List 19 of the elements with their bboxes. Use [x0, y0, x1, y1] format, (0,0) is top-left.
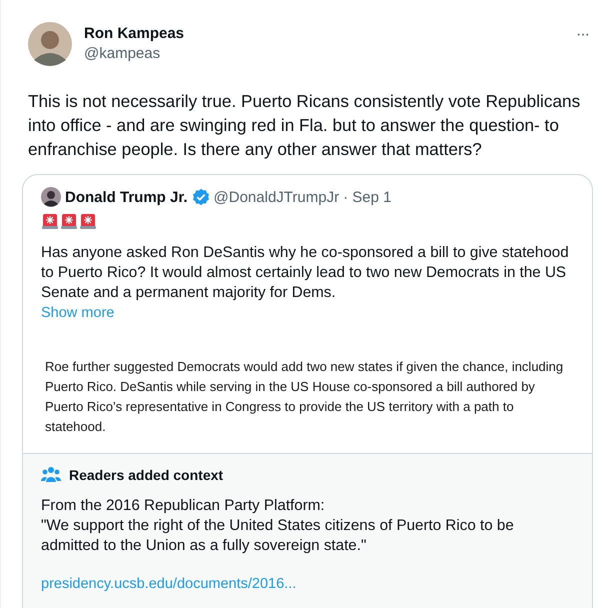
more-button[interactable]: ··· — [572, 26, 593, 44]
author-handle[interactable]: @kampeas — [84, 44, 560, 64]
author-name[interactable]: Donald Trump Jr. — [65, 188, 188, 206]
author-name[interactable]: Ron Kampeas — [84, 24, 560, 44]
quoted-tweet-card[interactable] — [22, 174, 593, 608]
context-text: "We support the right of the United States citizens of Puerto Rico to be admitted to the Union as a fully sovereign state." — [41, 516, 515, 556]
context-text: From the 2016 Republican Party Platform: — [41, 496, 326, 516]
context-title: Readers added context — [69, 467, 224, 483]
siren-icon — [60, 211, 78, 229]
avatar — [28, 22, 72, 66]
quoted-text: Has anyone asked Ron DeSantis why he co-sponsored a bill to give statehood to Puerto Rico? It would almost certainly lead to two new Democrats in the US Senate and a permanent majority for Dems. — [40, 243, 570, 303]
siren-icon — [41, 211, 59, 229]
siren-icon — [79, 211, 97, 229]
article-excerpt-text: Roe further suggested Democrats would add two new states if given the chance, including Puerto Rico. DeSantis while serving in the US House co-sponsored a bill authored by Puerto Rico’s representative in Congress to provide the US territory with a path to statehood. — [45, 358, 564, 436]
post-date[interactable]: · Sep 1 — [343, 188, 392, 206]
avatar — [41, 187, 61, 207]
tweet-text: This is not necessarily true. Puerto Ricans consistently vote Republicans into office - and are swinging red in Fla. but to answer the question- to enfranchise people. Is there any other answer that matters? — [28, 90, 582, 161]
people-icon — [41, 466, 61, 484]
author-handle[interactable]: @DonaldJTrumpJr — [214, 188, 340, 206]
